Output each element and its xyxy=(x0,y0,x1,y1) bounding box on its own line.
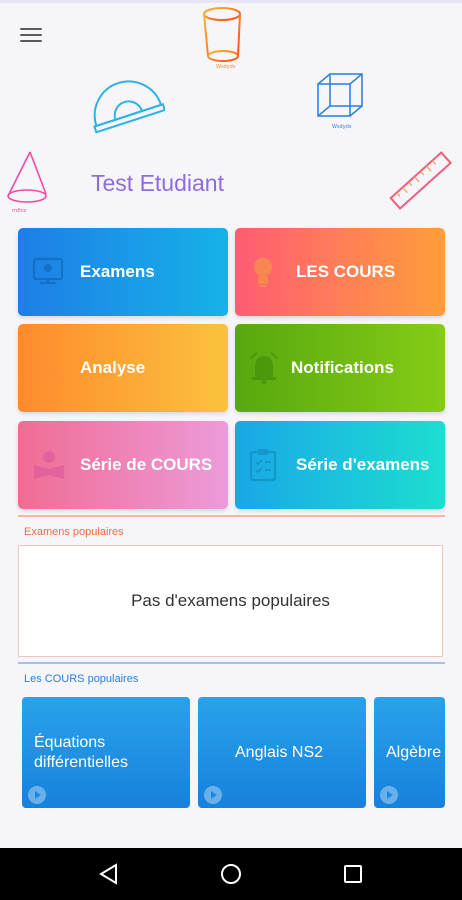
system-navigation-bar xyxy=(0,848,462,900)
svg-text:Wsdyds: Wsdyds xyxy=(216,64,236,70)
course-card[interactable]: Équations différentielles xyxy=(22,697,190,808)
tile-serie-de-cours-label: Série de COURS xyxy=(80,455,213,474)
section-divider xyxy=(18,662,445,664)
protractor-doodle-icon xyxy=(93,80,165,134)
play-icon[interactable] xyxy=(204,786,222,804)
course-card[interactable]: Anglais NS2 xyxy=(198,697,366,808)
svg-text:rrdhiz: rrdhiz xyxy=(12,208,27,214)
analysis-magnifier-icon xyxy=(31,352,65,385)
empty-state-text: Pas d'examens populaires xyxy=(131,591,330,610)
course-title: Algèbre xyxy=(386,743,442,761)
cone-doodle-icon: rrdhiz xyxy=(7,151,47,214)
svg-text:Wsdyds: Wsdyds xyxy=(332,124,352,130)
popular-exams-heading: Examens populaires xyxy=(24,526,124,538)
tile-serie-d-examens[interactable]: Série d'examens xyxy=(235,421,445,509)
cylinder-doodle-icon: Wsdyds xyxy=(203,7,241,70)
bell-icon xyxy=(250,352,278,385)
tile-les-cours[interactable]: LES COURS xyxy=(235,228,445,316)
tile-serie-de-cours[interactable]: Série de COURS xyxy=(18,421,228,509)
ruler-doodle-icon xyxy=(389,151,453,210)
tile-serie-d-examens-label: Série d'examens xyxy=(296,455,430,474)
play-icon[interactable] xyxy=(28,786,46,804)
home-icon[interactable] xyxy=(201,848,261,900)
course-title: Anglais NS2 xyxy=(235,743,324,761)
lightbulb-icon xyxy=(254,258,272,287)
tile-analyse-label: Analyse xyxy=(80,358,146,377)
recents-icon[interactable] xyxy=(323,848,383,900)
play-icon[interactable] xyxy=(380,786,398,804)
course-title: Équations différentielles xyxy=(34,733,128,771)
cube-doodle-icon: Wsdyds xyxy=(317,73,363,130)
exam-screen-icon xyxy=(32,257,64,285)
popular-exams-empty-state: Pas d'examens populaires xyxy=(18,545,443,657)
tile-notifications[interactable]: Notifications xyxy=(235,324,445,412)
popular-courses-heading: Les COURS populaires xyxy=(24,673,139,685)
menu-icon[interactable] xyxy=(20,26,44,46)
section-divider xyxy=(18,515,445,517)
tile-analyse[interactable]: Analyse xyxy=(18,324,228,412)
tile-les-cours-label: LES COURS xyxy=(296,262,396,281)
reader-icon xyxy=(34,451,64,479)
page-title: Test Etudiant xyxy=(91,170,224,196)
tile-examens[interactable]: Examens xyxy=(18,228,228,316)
tile-examens-label: Examens xyxy=(80,262,155,281)
back-icon[interactable] xyxy=(79,848,139,900)
tile-notifications-label: Notifications xyxy=(291,358,394,377)
clipboard-checklist-icon xyxy=(249,449,277,482)
status-bar-strip xyxy=(0,0,462,3)
course-card[interactable]: Algèbre xyxy=(374,697,445,808)
